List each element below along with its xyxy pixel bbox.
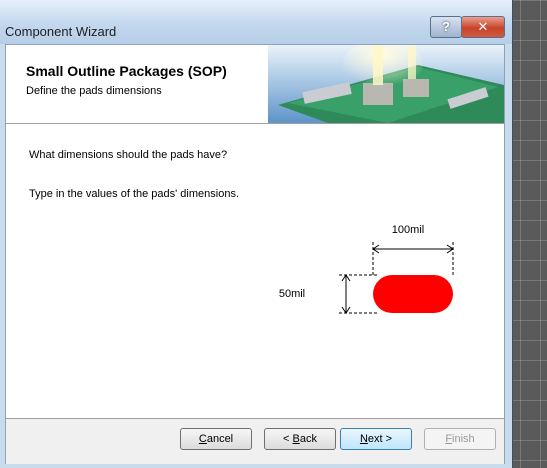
pad-height-label[interactable]: 50mil [279,288,305,300]
pcb-banner-image [268,45,504,123]
pad-dimension-diagram: 100mil 50mil [279,224,454,314]
finish-button[interactable]: Finish [424,428,496,450]
window-title: Component Wizard [5,24,117,39]
pad-width-label[interactable]: 100mil [392,224,424,236]
pad-shape [373,275,453,313]
wizard-client-area: Small Outline Packages (SOP) Define the … [5,44,505,464]
wizard-header: Small Outline Packages (SOP) Define the … [6,45,504,124]
cancel-button[interactable]: Cancel [180,428,252,450]
close-button[interactable]: ✕ [461,16,505,38]
wizard-window: Component Wizard ? ✕ Small Outline Packa… [0,0,513,468]
next-button[interactable]: Next > [340,428,412,450]
button-bar: Cancel < Back Next > Finish [6,418,504,464]
pads-question: What dimensions should the pads have? [29,149,228,161]
help-button[interactable]: ? [430,16,462,38]
page-title: Small Outline Packages (SOP) [26,63,227,79]
title-bar: Component Wizard ? ✕ [0,0,512,44]
page-subtitle: Define the pads dimensions [26,85,162,97]
pads-instruction: Type in the values of the pads' dimensio… [29,188,240,200]
back-button[interactable]: < Back [264,428,336,450]
